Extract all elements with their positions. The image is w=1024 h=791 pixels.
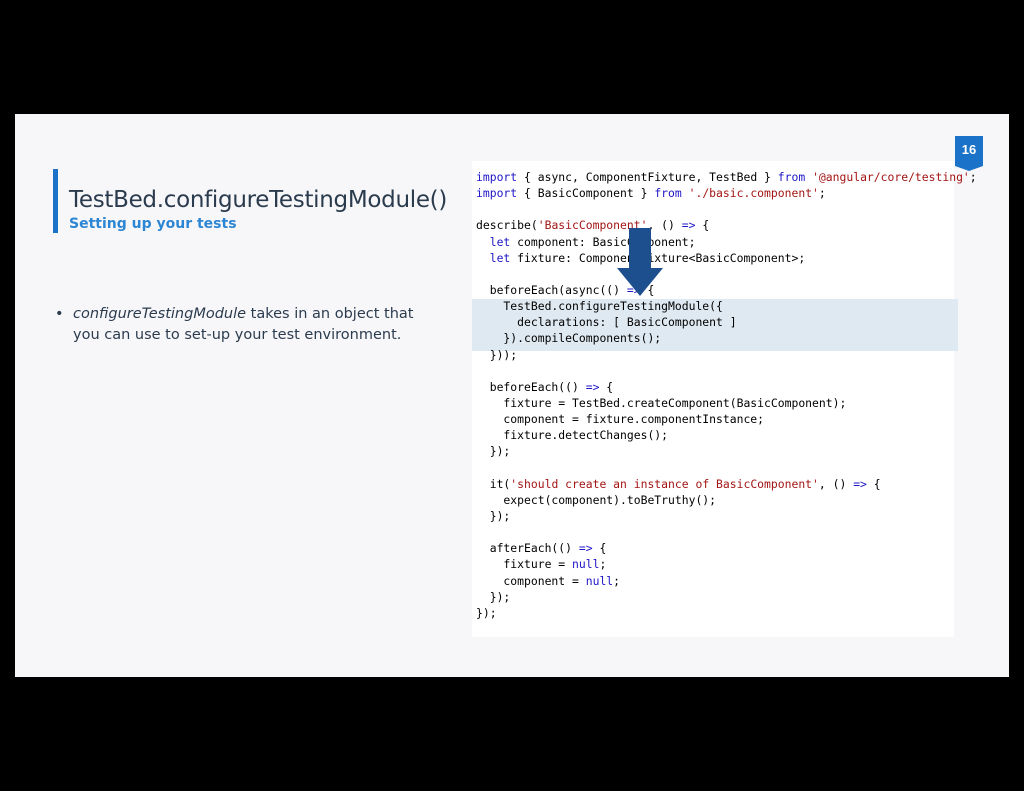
code-line: }); xyxy=(476,589,977,605)
code-text: })); xyxy=(476,347,518,362)
code-line: TestBed.configureTestingModule({ xyxy=(476,298,977,314)
code-keyword: null xyxy=(572,557,600,572)
code-keyword: import xyxy=(476,170,518,184)
code-text: { xyxy=(695,218,710,233)
code-text: { BasicComponent } xyxy=(517,186,655,201)
slide-title: TestBed.configureTestingModule() xyxy=(69,187,448,213)
code-text: ; xyxy=(818,186,826,201)
slide: TestBed.configureTestingModule() Setting… xyxy=(15,114,1009,677)
code-text: TestBed.configureTestingModule({ xyxy=(476,299,723,314)
code-keyword: null xyxy=(585,573,614,588)
code-line: })); xyxy=(476,347,977,363)
code-text: ; xyxy=(969,170,977,184)
code-text: }); xyxy=(476,508,511,523)
code-keyword: let xyxy=(489,234,511,249)
code-line: fixture = null; xyxy=(476,556,977,572)
code-keyword: let xyxy=(489,250,511,265)
code-line: import { async, ComponentFixture, TestBe… xyxy=(476,169,977,185)
code-text: { xyxy=(599,379,614,394)
code-text: { xyxy=(592,541,607,556)
code-text: afterEach(() xyxy=(476,541,579,556)
code-text: fixture = xyxy=(476,557,573,572)
bullet-text: configureTestingModule takes in an objec… xyxy=(73,304,415,346)
code-text: { xyxy=(866,476,881,491)
code-line: component = fixture.componentInstance; xyxy=(476,411,977,427)
code-line: }); xyxy=(476,605,977,621)
code-string: 'should create an instance of BasicCompo… xyxy=(510,476,819,491)
code-line: }); xyxy=(476,443,977,459)
code-keyword: => xyxy=(681,218,696,233)
code-text: { async, ComponentFixture, TestBed } xyxy=(517,170,778,184)
code-keyword: from xyxy=(654,186,682,201)
code-text: component = xyxy=(476,573,586,588)
code-text: fixture = TestBed.createComponent(BasicC… xyxy=(476,395,847,410)
page-number-badge: 16 xyxy=(951,136,987,172)
code-line: let fixture: ComponentFixture<BasicCompo… xyxy=(476,250,977,266)
bullet-point: • configureTestingModule takes in an obj… xyxy=(55,304,415,346)
code-line: afterEach(() => { xyxy=(476,540,977,556)
code-text: component: BasicComponent; xyxy=(510,234,696,249)
code-line: import { BasicComponent } from './basic.… xyxy=(476,185,977,201)
code-line: fixture = TestBed.createComponent(BasicC… xyxy=(476,395,977,411)
code-line: beforeEach(() => { xyxy=(476,379,977,395)
code-line: }).compileComponents(); xyxy=(476,330,977,346)
code-text: beforeEach(() xyxy=(476,379,586,394)
code-keyword: => xyxy=(853,476,867,491)
code-line: describe('BasicComponent', () => { xyxy=(476,217,977,233)
arrow-down-icon xyxy=(617,228,663,296)
code-keyword: => xyxy=(585,379,600,394)
code-keyword: => xyxy=(578,541,593,556)
code-text: fixture.detectChanges(); xyxy=(476,428,669,443)
code-line: let component: BasicComponent; xyxy=(476,234,977,250)
code-text: }); xyxy=(476,605,497,620)
code-text: , () xyxy=(818,476,854,491)
code-line: declarations: [ BasicComponent ] xyxy=(476,314,977,330)
code-string: '@angular/core/testing' xyxy=(812,170,970,184)
code-text: component = fixture.componentInstance; xyxy=(476,412,765,427)
code-text: expect(component).toBeTruthy(); xyxy=(476,492,717,507)
code-line: it('should create an instance of BasicCo… xyxy=(476,476,977,492)
code-line: component = null; xyxy=(476,573,977,589)
code-line: expect(component).toBeTruthy(); xyxy=(476,492,977,508)
code-text: }).compileComponents(); xyxy=(476,331,662,346)
code-keyword: from xyxy=(777,170,806,184)
code-line: fixture.detectChanges(); xyxy=(476,427,977,443)
code-text: describe( xyxy=(476,218,538,233)
code-line: }); xyxy=(476,508,977,524)
code-panel: import { async, ComponentFixture, TestBe… xyxy=(472,161,977,637)
title-accent-bar xyxy=(53,169,58,233)
code-keyword: import xyxy=(476,186,518,201)
code-text: declarations: [ BasicComponent ] xyxy=(476,315,737,330)
bullet-dot: • xyxy=(55,306,64,322)
code-text: ; xyxy=(613,573,621,588)
slide-subtitle: Setting up your tests xyxy=(69,216,237,232)
code-text: beforeEach(async(() xyxy=(476,282,627,297)
page-number: 16 xyxy=(961,142,977,157)
code-text: it( xyxy=(476,476,511,491)
code-text: }); xyxy=(476,589,511,604)
code-line: beforeEach(async(() => { xyxy=(476,282,977,298)
bullet-emphasis: configureTestingModule xyxy=(73,306,247,322)
code-text: }); xyxy=(476,444,511,459)
code-block: import { async, ComponentFixture, TestBe… xyxy=(476,169,977,621)
code-text: ; xyxy=(599,557,607,572)
code-string: './basic.component' xyxy=(688,186,819,201)
